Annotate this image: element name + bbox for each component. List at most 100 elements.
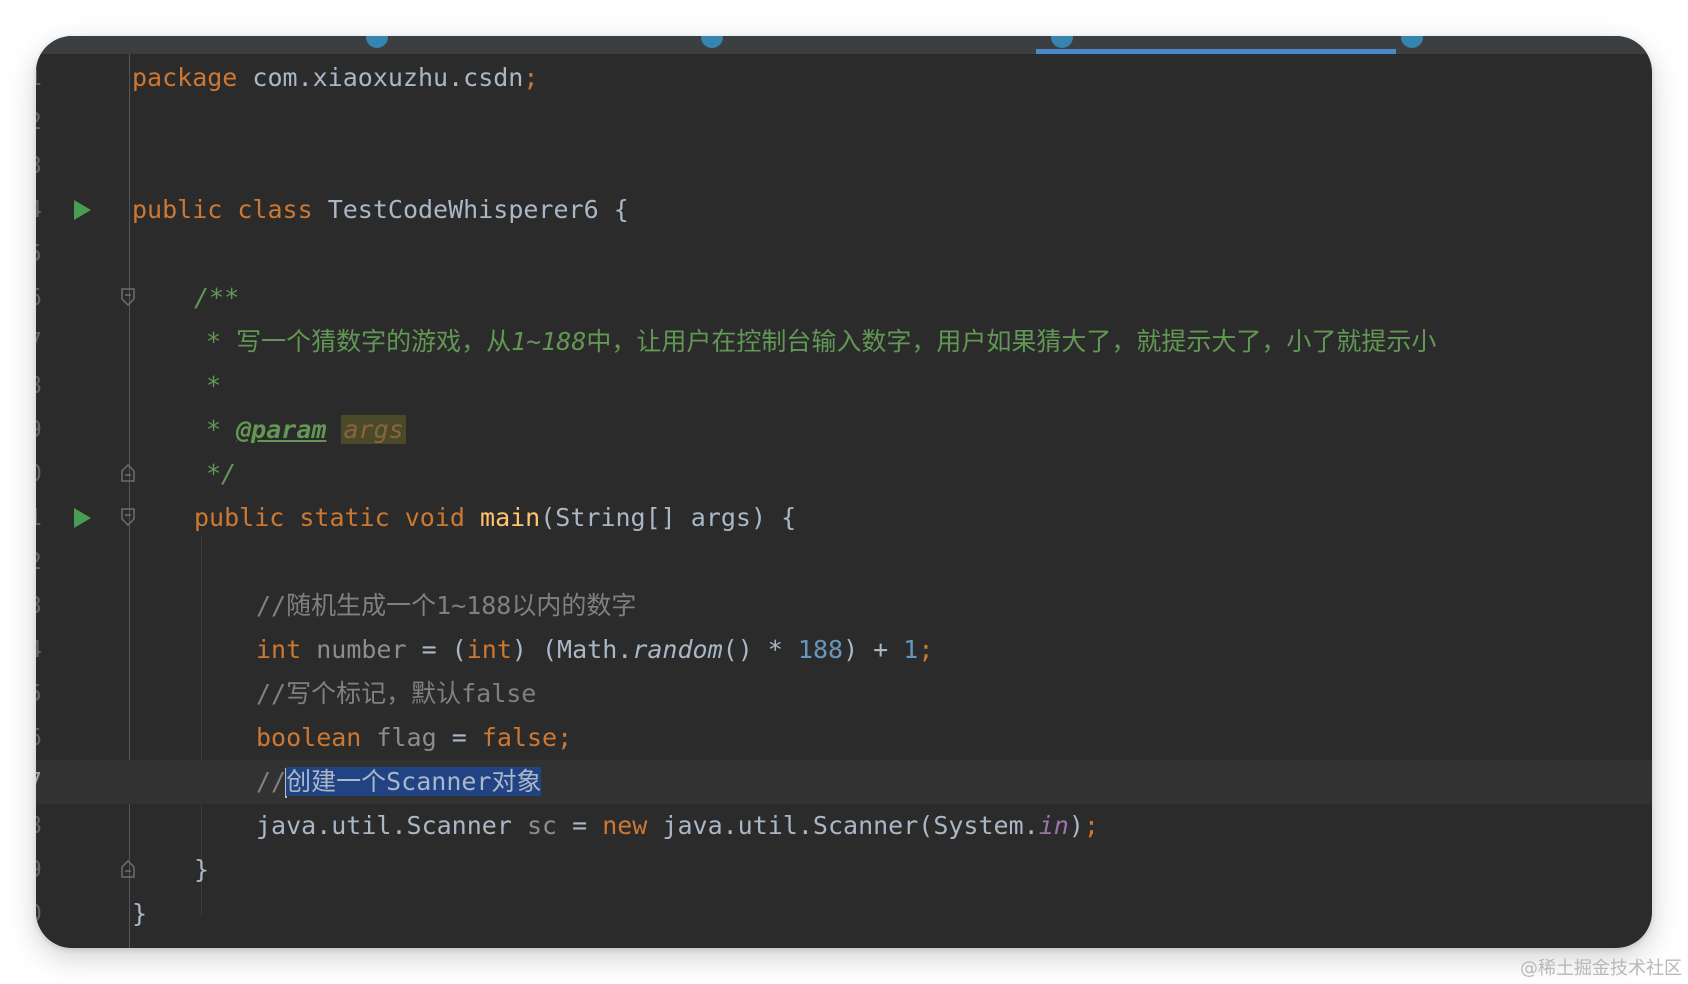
brace: } bbox=[194, 855, 210, 884]
code-text: ) (Math. bbox=[511, 635, 633, 664]
java-file-icon bbox=[1401, 36, 1423, 48]
code-text: = bbox=[557, 811, 603, 840]
number-literal: 1 bbox=[903, 635, 919, 664]
line-number: 5 bbox=[36, 672, 58, 716]
line-number: 1 bbox=[36, 496, 58, 540]
javadoc-star: * bbox=[206, 371, 222, 400]
keyword: new bbox=[602, 811, 648, 840]
code-text: java.util.Scanner(System. bbox=[647, 811, 1039, 840]
keyword: package bbox=[132, 63, 238, 92]
code-line[interactable]: 6 boolean flag = false; bbox=[36, 716, 1652, 760]
line-number: 8 bbox=[36, 364, 58, 408]
code-line[interactable]: 0 } bbox=[36, 892, 1652, 936]
line-number: 1 bbox=[36, 56, 58, 100]
brace: { bbox=[613, 195, 629, 224]
static-method: random bbox=[632, 635, 723, 664]
line-number: 3 bbox=[36, 144, 58, 188]
code-line[interactable]: 9 } bbox=[36, 848, 1652, 892]
javadoc-star: * bbox=[206, 415, 237, 444]
line-number: 6 bbox=[36, 276, 58, 320]
semicolon: ; bbox=[1083, 811, 1099, 840]
editor-tab-active[interactable] bbox=[1036, 36, 1396, 54]
line-comment: //随机生成一个1~188以内的数字 bbox=[256, 591, 637, 620]
code-line[interactable]: 5 //写个标记，默认false bbox=[36, 672, 1652, 716]
java-file-icon bbox=[366, 36, 388, 48]
number-literal: 188 bbox=[797, 635, 844, 664]
code-line-current[interactable]: 7 //创建一个Scanner对象 bbox=[36, 760, 1652, 804]
run-main-icon[interactable] bbox=[74, 508, 91, 528]
line-number: 9 bbox=[36, 848, 58, 892]
local-variable: sc bbox=[526, 811, 558, 840]
editor-tab[interactable] bbox=[1401, 36, 1601, 54]
editor-tab[interactable] bbox=[701, 36, 1001, 54]
line-number: 4 bbox=[36, 628, 58, 672]
fold-end-icon[interactable] bbox=[121, 860, 135, 878]
code-text: ) + bbox=[843, 635, 904, 664]
line-number: 8 bbox=[36, 804, 58, 848]
code-editor-window: 1 package com.xiaoxuzhu.csdn; 2 3 4 publ… bbox=[36, 36, 1652, 948]
line-number: 0 bbox=[36, 892, 58, 936]
line-number: 4 bbox=[36, 188, 58, 232]
line-number: 7 bbox=[36, 320, 58, 364]
keyword: int bbox=[466, 635, 512, 664]
fold-collapse-icon[interactable] bbox=[121, 288, 135, 306]
javadoc-param-name: args bbox=[341, 415, 406, 444]
keyword: false bbox=[481, 723, 558, 752]
code-line[interactable]: 5 bbox=[36, 232, 1652, 276]
line-number: 0 bbox=[36, 452, 58, 496]
code-line[interactable]: 1 public static void main(String[] args)… bbox=[36, 496, 1652, 540]
javadoc-param-tag: @param bbox=[236, 415, 327, 444]
code-line[interactable]: 7 * 写一个猜数字的游戏，从1~188中，让用户在控制台输入数字，用户如果猜大… bbox=[36, 320, 1652, 364]
javadoc-text: 中，让用户在控制台输入数字，用户如果猜大了，就提示大了，小了就提示小 bbox=[586, 327, 1437, 356]
javadoc-star: * bbox=[206, 327, 237, 356]
run-class-icon[interactable] bbox=[74, 200, 91, 220]
code-line[interactable]: 2 bbox=[36, 540, 1652, 584]
code-line[interactable]: 3 bbox=[36, 144, 1652, 188]
semicolon: ; bbox=[918, 635, 934, 664]
watermark: @稀土掘金技术社区 bbox=[1520, 958, 1682, 979]
code-line[interactable]: 0 */ bbox=[36, 452, 1652, 496]
fold-collapse-icon[interactable] bbox=[121, 508, 135, 526]
code-line[interactable]: 8 * bbox=[36, 364, 1652, 408]
code-line[interactable]: 3 //随机生成一个1~188以内的数字 bbox=[36, 584, 1652, 628]
code-line[interactable]: 6 /** bbox=[36, 276, 1652, 320]
keyword: class bbox=[237, 195, 313, 224]
class-name: TestCodeWhisperer6 bbox=[327, 195, 599, 224]
line-number: 2 bbox=[36, 540, 58, 584]
line-comment: //写个标记，默认false bbox=[256, 679, 537, 708]
keyword: static bbox=[299, 503, 390, 532]
code-line[interactable]: 2 bbox=[36, 100, 1652, 144]
code-text: java.util.Scanner bbox=[256, 811, 527, 840]
javadoc-range: 1~188 bbox=[511, 327, 587, 356]
comment-prefix: // bbox=[256, 767, 287, 796]
fold-end-icon[interactable] bbox=[121, 464, 135, 482]
java-file-icon bbox=[1051, 36, 1073, 48]
line-number: 2 bbox=[36, 100, 58, 144]
code-line[interactable]: 1 package com.xiaoxuzhu.csdn; bbox=[36, 56, 1652, 100]
method-signature: (String[] args) { bbox=[540, 503, 797, 532]
code-line[interactable]: 4 int number = (int) (Math.random() * 18… bbox=[36, 628, 1652, 672]
keyword: void bbox=[404, 503, 465, 532]
editor-tab-bar bbox=[36, 36, 1652, 54]
line-number: 7 bbox=[36, 760, 58, 804]
static-field: in bbox=[1038, 811, 1069, 840]
code-line[interactable]: 4 public class TestCodeWhisperer6 { bbox=[36, 188, 1652, 232]
code-line[interactable]: 9 * @param args bbox=[36, 408, 1652, 452]
selected-text[interactable]: 创建一个Scanner对象 bbox=[286, 767, 542, 796]
line-number: 9 bbox=[36, 408, 58, 452]
code-line[interactable]: 8 java.util.Scanner sc = new java.util.S… bbox=[36, 804, 1652, 848]
package-name: com.xiaoxuzhu.csdn bbox=[252, 63, 524, 92]
code-text: = bbox=[436, 723, 482, 752]
semicolon: ; bbox=[523, 63, 539, 92]
brace: } bbox=[132, 899, 148, 928]
code-text: = ( bbox=[406, 635, 467, 664]
local-variable: number bbox=[316, 635, 407, 664]
javadoc-close: */ bbox=[206, 459, 237, 488]
local-variable: flag bbox=[376, 723, 437, 752]
keyword: int bbox=[256, 635, 302, 664]
active-tab-indicator bbox=[1036, 49, 1396, 54]
javadoc-text: 写一个猜数字的游戏，从 bbox=[236, 327, 512, 356]
editor-tab[interactable] bbox=[366, 36, 666, 54]
line-number: 6 bbox=[36, 716, 58, 760]
line-number: 3 bbox=[36, 584, 58, 628]
